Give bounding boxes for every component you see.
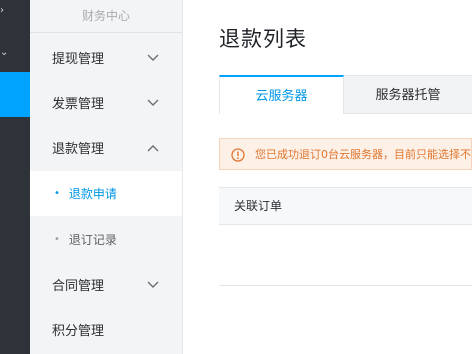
sidebar-subitem-label: 退订记录 bbox=[68, 233, 117, 247]
tab-bar: 云服务器 服务器托管 bbox=[219, 75, 472, 114]
bullet-icon: • bbox=[54, 234, 60, 245]
left-nav-rail: › ⌄ bbox=[0, 0, 30, 354]
chevron-right-icon[interactable]: › bbox=[0, 6, 10, 16]
sidebar-item-refund[interactable]: 退款管理 bbox=[30, 125, 182, 170]
sidebar-item-label: 合同管理 bbox=[52, 279, 105, 294]
notice-banner: 您已成功退订0台云服务器，目前只能选择不 bbox=[219, 138, 472, 170]
tab-server-hosting[interactable]: 服务器托管 bbox=[344, 75, 472, 113]
table-header: 关联订单 bbox=[219, 187, 472, 225]
tab-cloud-server[interactable]: 云服务器 bbox=[219, 75, 344, 114]
chevron-down-icon bbox=[146, 51, 160, 65]
rail-active-item[interactable] bbox=[0, 72, 30, 117]
refund-table: 关联订单 bbox=[219, 187, 472, 287]
notice-text: 您已成功退订0台云服务器，目前只能选择不 bbox=[255, 148, 471, 161]
chevron-down-icon bbox=[146, 278, 160, 292]
column-header-related-order: 关联订单 bbox=[234, 199, 283, 213]
sidebar-item-points[interactable]: 积分管理 bbox=[30, 307, 182, 352]
sidebar-title: 财务中心 bbox=[30, 0, 182, 33]
sidebar-item-label: 提现管理 bbox=[52, 52, 105, 67]
warning-circle-icon bbox=[231, 147, 245, 162]
sidebar-item-invoice[interactable]: 发票管理 bbox=[30, 80, 182, 125]
sidebar: 财务中心 提现管理 发票管理 退款管理 • 退款申请 • 退订记录 合同管理 积… bbox=[30, 0, 183, 354]
sidebar-item-label: 发票管理 bbox=[52, 97, 105, 112]
sidebar-subitem-unsubscribe-records[interactable]: • 退订记录 bbox=[30, 217, 182, 262]
sidebar-subitem-label: 退款申请 bbox=[68, 187, 117, 201]
table-body bbox=[219, 225, 472, 286]
chevron-up-icon bbox=[146, 141, 160, 155]
chevron-down-icon bbox=[146, 96, 160, 110]
sidebar-item-withdrawal[interactable]: 提现管理 bbox=[30, 35, 182, 80]
sidebar-item-contract[interactable]: 合同管理 bbox=[30, 262, 182, 307]
sidebar-item-label: 退款管理 bbox=[52, 142, 105, 157]
sidebar-item-label: 积分管理 bbox=[52, 324, 105, 339]
bullet-icon: • bbox=[54, 188, 60, 199]
chevron-down-icon[interactable]: ⌄ bbox=[0, 48, 10, 58]
sidebar-subitem-refund-request[interactable]: • 退款申请 bbox=[30, 171, 182, 216]
page-title: 退款列表 bbox=[219, 27, 307, 51]
